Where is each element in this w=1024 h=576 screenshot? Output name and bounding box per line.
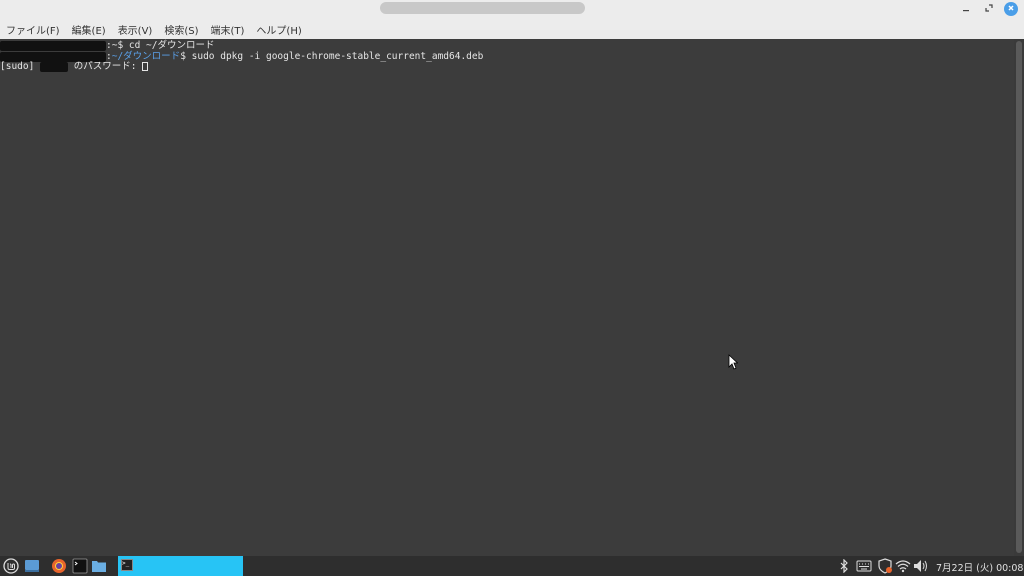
terminal-line-2: :~/ダウンロード$ sudo dpkg -i google-chrome-st… bbox=[0, 50, 1014, 63]
update-shield-icon[interactable] bbox=[877, 558, 893, 574]
text-cursor bbox=[142, 62, 149, 71]
minimize-icon bbox=[962, 4, 970, 15]
redacted-user-host bbox=[0, 41, 106, 51]
password-prompt: のパスワード: bbox=[68, 61, 143, 72]
minimize-button[interactable] bbox=[959, 2, 973, 16]
restore-icon bbox=[985, 3, 993, 15]
firefox-icon[interactable] bbox=[51, 558, 67, 574]
redacted-username bbox=[40, 62, 69, 72]
terminal-icon: >_ bbox=[121, 559, 133, 571]
command-text: ~$ cd ~/ダウンロード bbox=[111, 40, 215, 51]
taskbar: >_ 7月22日 (火) 00:08 bbox=[0, 556, 1024, 576]
terminal-line-3: [sudo] のパスワード: bbox=[0, 61, 1014, 73]
terminal-window: ファイル(F) 編集(E) 表示(V) 検索(S) 端末(T) ヘルプ(H) :… bbox=[0, 0, 1024, 556]
menu-terminal[interactable]: 端末(T) bbox=[211, 22, 245, 37]
menu-search[interactable]: 検索(S) bbox=[164, 22, 198, 37]
close-button[interactable] bbox=[1004, 2, 1018, 16]
maximize-button[interactable] bbox=[982, 2, 996, 16]
terminal-icon[interactable] bbox=[72, 558, 88, 574]
folder-icon[interactable] bbox=[91, 558, 107, 574]
menu-edit[interactable]: 編集(E) bbox=[72, 22, 106, 37]
window-title-redacted bbox=[380, 2, 585, 14]
command-text: $ sudo dpkg -i google-chrome-stable_curr… bbox=[180, 50, 484, 62]
menu-file[interactable]: ファイル(F) bbox=[6, 22, 60, 37]
prompt-path: ~/ダウンロード bbox=[111, 50, 181, 62]
sudo-prefix: [sudo] bbox=[0, 61, 41, 72]
menu-bar: ファイル(F) 編集(E) 表示(V) 検索(S) 端末(T) ヘルプ(H) bbox=[0, 19, 1024, 39]
keyboard-icon[interactable] bbox=[856, 558, 872, 574]
show-desktop-icon[interactable] bbox=[24, 558, 40, 574]
mint-menu-icon[interactable] bbox=[3, 558, 19, 574]
scrollbar-thumb[interactable] bbox=[1016, 41, 1022, 553]
close-icon bbox=[1007, 4, 1015, 15]
taskbar-active-window[interactable]: >_ bbox=[118, 556, 243, 576]
terminal-output[interactable]: :~$ cd ~/ダウンロード :~/ダウンロード$ sudo dpkg -i … bbox=[0, 39, 1014, 556]
wifi-icon[interactable] bbox=[895, 558, 911, 574]
menu-help[interactable]: ヘルプ(H) bbox=[256, 22, 301, 37]
redacted-user-host bbox=[0, 51, 106, 62]
menu-view[interactable]: 表示(V) bbox=[118, 22, 153, 37]
bluetooth-icon[interactable] bbox=[836, 558, 852, 574]
clock[interactable]: 7月22日 (火) 00:08 bbox=[936, 560, 1023, 574]
terminal-scrollbar[interactable] bbox=[1014, 39, 1024, 556]
title-bar[interactable] bbox=[0, 0, 1024, 19]
volume-icon[interactable] bbox=[913, 558, 929, 574]
mouse-pointer-icon bbox=[728, 354, 739, 370]
